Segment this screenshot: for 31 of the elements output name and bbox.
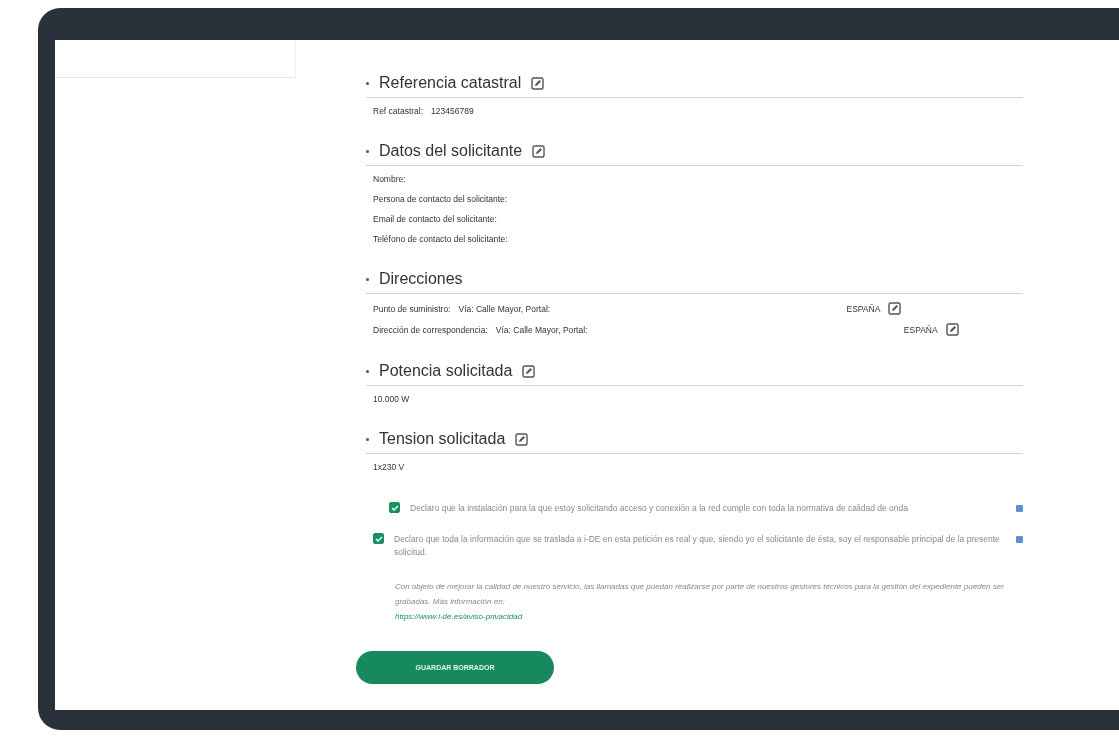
section-title: Tension solicitada (379, 430, 506, 448)
field-value: 10.000 W (373, 394, 411, 404)
country-value: ESPAÑA (903, 324, 938, 335)
section-title: Datos del solicitante (379, 142, 523, 160)
field-label: Ref catastral: (373, 106, 424, 116)
consent-text: Declaro que la instalación para la que estoy solicitando acceso y conexión a la red cumple con toda la normativa de calidad de onda (410, 502, 910, 515)
checkbox[interactable] (373, 533, 384, 544)
edit-icon[interactable] (945, 323, 959, 336)
field-label: Persona de contacto del solicitante: (373, 194, 508, 204)
field-label: Dirección de correspondencia: (373, 324, 488, 335)
field-value: 123456789 (431, 106, 474, 116)
field-label: Teléfono de contacto del solicitante: (373, 234, 508, 244)
checkbox[interactable] (389, 502, 400, 513)
consent-text: Declaro que toda la información que se traslada a i-DE en esta petición es real y que, siendo yo el solicitante de ésta, soy el responsable principal de la presente solicitud. (394, 533, 1001, 559)
edit-icon[interactable] (532, 144, 546, 158)
edit-icon[interactable] (522, 364, 536, 378)
section-title: Referencia catastral (379, 74, 522, 92)
edit-icon[interactable] (531, 76, 545, 90)
edit-icon[interactable] (888, 302, 902, 315)
privacy-link[interactable]: https://www.i-de.es/aviso-privacidad (395, 612, 523, 621)
section-title: Potencia solicitada (379, 362, 513, 380)
field-label: Punto de suministro: (373, 303, 451, 314)
field-label: Email de contacto del solicitante: (373, 214, 497, 224)
field-value: Vía: Calle Mayor, Portal: (458, 303, 552, 314)
section-title: Direcciones (379, 270, 463, 288)
country-value: ESPAÑA (846, 303, 881, 314)
field-value: 1x230 V (373, 462, 406, 472)
field-value: Vía: Calle Mayor, Portal: (495, 324, 589, 335)
edit-icon[interactable] (515, 432, 529, 446)
field-label: Nombre: (373, 174, 406, 184)
privacy-note: Con objeto de mejorar la calidad de nuestro servicio, las llamadas que puedan realizarse por parte de nuestros gestores técnicos para la gestión del expediente pueden ser grabadas. Más información en: (395, 581, 1005, 608)
